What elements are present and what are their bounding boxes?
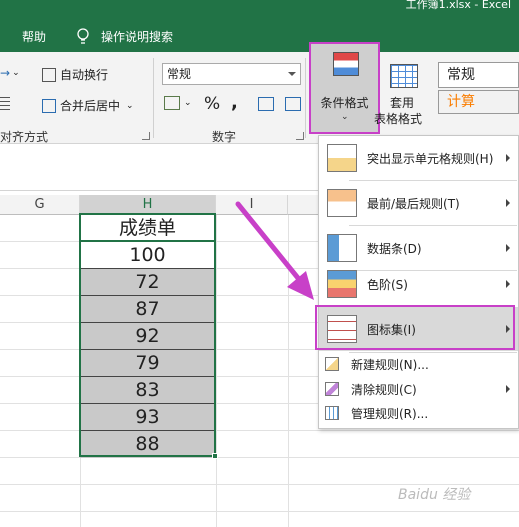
ribbon-divider: [153, 58, 154, 138]
color-scales-icon: [327, 270, 357, 298]
menu-item-label: 最前/最后规则(T): [367, 196, 460, 211]
data-bars-icon: [327, 234, 357, 262]
cell-style-calculation[interactable]: 计算: [438, 90, 519, 114]
lightbulb-icon: [77, 28, 89, 44]
chevron-down-icon: ⌄: [184, 98, 192, 108]
ribbon-tab-strip: 帮助 操作说明搜索: [0, 22, 519, 52]
cell-style-normal[interactable]: 常规: [438, 62, 519, 88]
menu-item-label: 清除规则(C): [351, 382, 417, 397]
grid-line: [216, 215, 217, 527]
new-rule-icon: [325, 357, 339, 371]
menu-item-label: 管理规则(R)...: [351, 406, 429, 421]
conditional-formatting-icon: [333, 52, 359, 76]
annotation-highlight-box: [315, 305, 515, 350]
fill-handle[interactable]: [212, 453, 218, 459]
chevron-down-icon: ⌄: [341, 112, 349, 122]
range-border: [79, 213, 216, 457]
alignment-group-label: 对齐方式: [0, 130, 49, 144]
format-as-table-icon: [390, 64, 418, 88]
accounting-icon: [164, 96, 180, 110]
chevron-down-icon: [288, 72, 296, 76]
merge-center-icon: [42, 98, 56, 113]
align-lines-icon[interactable]: [0, 97, 14, 111]
number-format-value: 常规: [167, 67, 192, 81]
title-bar: 工作簿1.xlsx - Excel: [0, 0, 519, 22]
wrap-text-button[interactable]: 自动换行: [42, 66, 108, 83]
submenu-arrow-icon: [506, 154, 510, 162]
submenu-arrow-icon: [506, 199, 510, 207]
submenu-arrow-icon: [506, 385, 510, 393]
column-header-h[interactable]: H: [80, 195, 216, 215]
format-as-table-button[interactable]: 套用 表格格式: [374, 60, 424, 130]
menu-item-clear-rules[interactable]: 清除规则(C): [319, 377, 518, 401]
menu-item-manage-rules[interactable]: 管理规则(R)...: [319, 401, 518, 425]
format-as-table-label-line1: 套用: [390, 96, 415, 110]
alignment-launcher-icon[interactable]: [142, 132, 150, 140]
conditional-formatting-button[interactable]: 条件格式 ⌄: [309, 42, 380, 134]
grid-line: [0, 511, 519, 512]
grid-line: [0, 457, 519, 458]
menu-item-label: 数据条(D): [367, 241, 422, 256]
menu-item-label: 新建规则(N)...: [351, 357, 429, 372]
menu-item-highlight-cells-rules[interactable]: 突出显示单元格规则(H): [319, 136, 518, 180]
submenu-arrow-icon: [506, 280, 510, 288]
wrap-text-icon: [42, 67, 56, 82]
number-format-dropdown[interactable]: 常规: [162, 63, 301, 85]
accounting-format-button[interactable]: ⌄: [164, 96, 192, 110]
submenu-arrow-icon: [506, 244, 510, 252]
window-title: 工作簿1.xlsx - Excel: [405, 0, 511, 11]
watermark: Baidu 经验: [398, 487, 471, 503]
manage-rules-icon: [325, 406, 339, 420]
conditional-formatting-menu: 突出显示单元格规则(H) 最前/最后规则(T) 数据条(D) 色阶(S) 图标集…: [318, 135, 519, 429]
highlight-cells-icon: [327, 144, 357, 172]
format-as-table-label-line2: 表格格式: [374, 112, 423, 126]
decrease-decimal-icon[interactable]: [285, 97, 305, 111]
tell-me-search[interactable]: 操作说明搜索: [101, 22, 173, 52]
percent-button[interactable]: %: [204, 94, 220, 114]
merge-center-button[interactable]: 合并后居中 ⌄: [42, 97, 134, 114]
menu-item-top-bottom-rules[interactable]: 最前/最后规则(T): [319, 181, 518, 225]
ribbon-divider: [305, 58, 306, 138]
top-bottom-icon: [327, 189, 357, 217]
clear-rules-icon: [325, 382, 339, 396]
column-header-i[interactable]: I: [216, 195, 288, 215]
conditional-formatting-label: 条件格式: [320, 96, 369, 110]
menu-item-color-scales[interactable]: 色阶(S): [319, 262, 518, 306]
menu-item-label: 突出显示单元格规则(H): [367, 151, 494, 166]
indent-arrow-icon[interactable]: → ⌄: [0, 66, 20, 80]
merge-center-label: 合并后居中: [60, 99, 121, 113]
merge-dropdown-chevron-icon[interactable]: ⌄: [126, 101, 134, 111]
menu-item-label: 色阶(S): [367, 277, 408, 292]
comma-style-button[interactable]: ,: [231, 92, 238, 113]
column-header-g[interactable]: G: [0, 195, 80, 215]
tab-help[interactable]: 帮助: [22, 22, 46, 52]
number-launcher-icon[interactable]: [296, 132, 304, 140]
wrap-text-label: 自动换行: [60, 68, 109, 82]
menu-item-new-rule[interactable]: 新建规则(N)...: [319, 352, 518, 376]
increase-decimal-icon[interactable]: [258, 97, 278, 111]
grid-line: [288, 215, 289, 527]
grid-line: [0, 430, 519, 431]
number-group-label: 数字: [212, 130, 237, 144]
